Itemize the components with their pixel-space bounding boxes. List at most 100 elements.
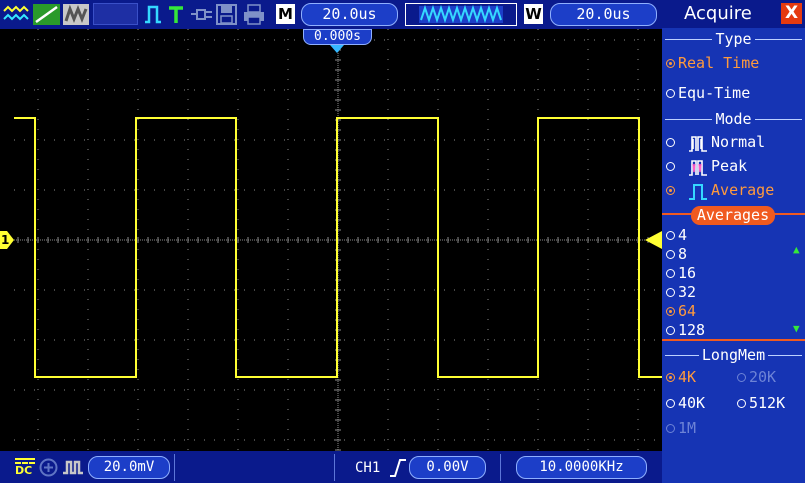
type-section-header: Type <box>662 30 805 48</box>
type-header: Type <box>662 30 805 48</box>
main-timebase-badge: M <box>276 4 295 24</box>
channel1-marker-label: 1 <box>1 233 10 247</box>
radio-icon <box>666 326 675 335</box>
average-option-label: 4 <box>678 226 688 244</box>
mode-header-label: Mode <box>712 110 755 128</box>
average-option-label: 64 <box>678 302 697 320</box>
trigger-level-arrow-icon[interactable] <box>645 231 662 249</box>
save-disk-icon[interactable] <box>216 4 237 25</box>
average-option-label: 128 <box>678 321 706 339</box>
display-waveform-icon[interactable] <box>2 4 30 25</box>
longmem-option-label: 40K <box>678 394 706 412</box>
mode-header: Mode <box>662 110 805 128</box>
radio-icon <box>666 250 675 259</box>
trigger-position-value: 0.000s <box>314 29 361 44</box>
trigger-edge-icon[interactable] <box>143 4 163 25</box>
longmem-option-40k[interactable]: 40K <box>666 394 705 412</box>
window-timebase-badge: W <box>524 4 543 24</box>
average-option-label: 16 <box>678 264 697 282</box>
average-option-8[interactable]: 8 <box>666 245 687 263</box>
mode-option-label: Normal <box>711 133 766 151</box>
trigger-slope-rising-icon[interactable] <box>389 458 407 478</box>
timebase-readout[interactable]: 20.0us <box>301 3 398 26</box>
trigger-position-marker[interactable]: 0.000s <box>303 29 372 45</box>
mode-option-label: Peak <box>711 157 748 175</box>
radio-icon <box>666 89 675 98</box>
mode-option-label: Average <box>711 181 775 199</box>
top-status-bar: M 20.0us W 20.0us <box>0 0 662 29</box>
longmem-option-label: 20K <box>749 368 777 386</box>
average-option-128[interactable]: 128 <box>666 321 705 339</box>
waveform-screen[interactable]: 0.000s <box>14 29 662 451</box>
channel-invert-icon <box>63 460 83 475</box>
longmem-option-512k[interactable]: 512K <box>737 394 785 412</box>
close-button[interactable]: X <box>781 3 802 24</box>
separator <box>500 454 501 481</box>
average-option-64[interactable]: 64 <box>666 302 696 320</box>
panel-title: Acquire <box>684 3 752 24</box>
memory-waveform-icon <box>405 3 517 26</box>
trigger-level-readout[interactable]: 0.00V <box>409 456 486 479</box>
longmem-header-label: LongMem <box>698 346 769 364</box>
average-mode-icon <box>689 183 708 200</box>
type-header-label: Type <box>712 30 755 48</box>
type-option-label: Equ-Time <box>678 84 751 102</box>
scroll-down-arrow-icon[interactable]: ▼ <box>793 322 800 335</box>
longmem-option-1m: 1M <box>666 419 696 437</box>
trigger-source-label[interactable]: CH1 <box>355 458 380 478</box>
radio-icon <box>737 373 746 382</box>
usb-plug-icon <box>191 9 212 20</box>
mode-option-normal[interactable]: Normal <box>666 133 765 152</box>
mode-option-peak[interactable]: Peak <box>666 157 747 176</box>
average-option-16[interactable]: 16 <box>666 264 696 282</box>
average-option-32[interactable]: 32 <box>666 283 696 301</box>
separator <box>334 454 335 481</box>
type-option-label: Real Time <box>678 54 760 72</box>
draw-lines-icon[interactable] <box>33 4 60 25</box>
average-option-label: 8 <box>678 245 688 263</box>
channel1-waveform <box>14 117 662 378</box>
trigger-position-arrow-icon <box>330 45 344 53</box>
longmem-option-label: 4K <box>678 368 697 386</box>
longmem-section-header: LongMem <box>662 346 805 364</box>
longmem-option-4k[interactable]: 4K <box>666 368 696 386</box>
longmem-option-20k: 20K <box>737 368 776 386</box>
coupling-badge[interactable]: DC <box>15 458 35 478</box>
mode-section-header: Mode <box>662 110 805 128</box>
normal-mode-icon <box>689 135 708 152</box>
persistence-icon[interactable] <box>63 4 89 25</box>
radio-icon <box>666 269 675 278</box>
type-option-real-time[interactable]: Real Time <box>666 54 759 72</box>
radio-icon <box>666 399 675 408</box>
window-timebase-readout[interactable]: 20.0us <box>550 3 657 26</box>
channel1-marker[interactable]: 1 <box>0 231 14 249</box>
coupling-label: DC <box>15 464 33 477</box>
radio-icon <box>666 162 675 171</box>
type-option-equ-time[interactable]: Equ-Time <box>666 84 750 102</box>
radio-icon <box>666 231 675 240</box>
longmem-option-label: 1M <box>678 419 697 437</box>
average-option-label: 32 <box>678 283 697 301</box>
waveform-grid <box>14 29 662 451</box>
trigger-t-icon[interactable] <box>167 4 185 25</box>
volts-per-div-readout[interactable]: 20.0mV <box>88 456 170 479</box>
radio-selected-icon <box>666 307 675 316</box>
printer-icon[interactable] <box>242 4 266 25</box>
radio-icon <box>666 424 675 433</box>
radio-icon <box>666 138 675 147</box>
average-option-4[interactable]: 4 <box>666 226 687 244</box>
acquire-menu-panel: Acquire X Type Real Time Equ-Time Mode N… <box>662 0 805 483</box>
coupling-dc-symbol <box>15 458 35 461</box>
bottom-status-bar: DC 20.0mV CH1 0.00V 10.0000KHz <box>0 451 662 483</box>
status-display-box <box>93 3 138 25</box>
longmem-header: LongMem <box>662 346 805 364</box>
radio-selected-icon <box>666 186 675 195</box>
radio-icon <box>737 399 746 408</box>
radio-selected-icon <box>666 373 675 382</box>
frequency-readout: 10.0000KHz <box>516 456 647 479</box>
peak-mode-icon <box>689 159 708 176</box>
panel-header: Acquire X <box>662 0 805 28</box>
radio-icon <box>666 288 675 297</box>
scroll-up-arrow-icon[interactable]: ▲ <box>793 243 800 256</box>
mode-option-average[interactable]: Average <box>666 181 774 200</box>
